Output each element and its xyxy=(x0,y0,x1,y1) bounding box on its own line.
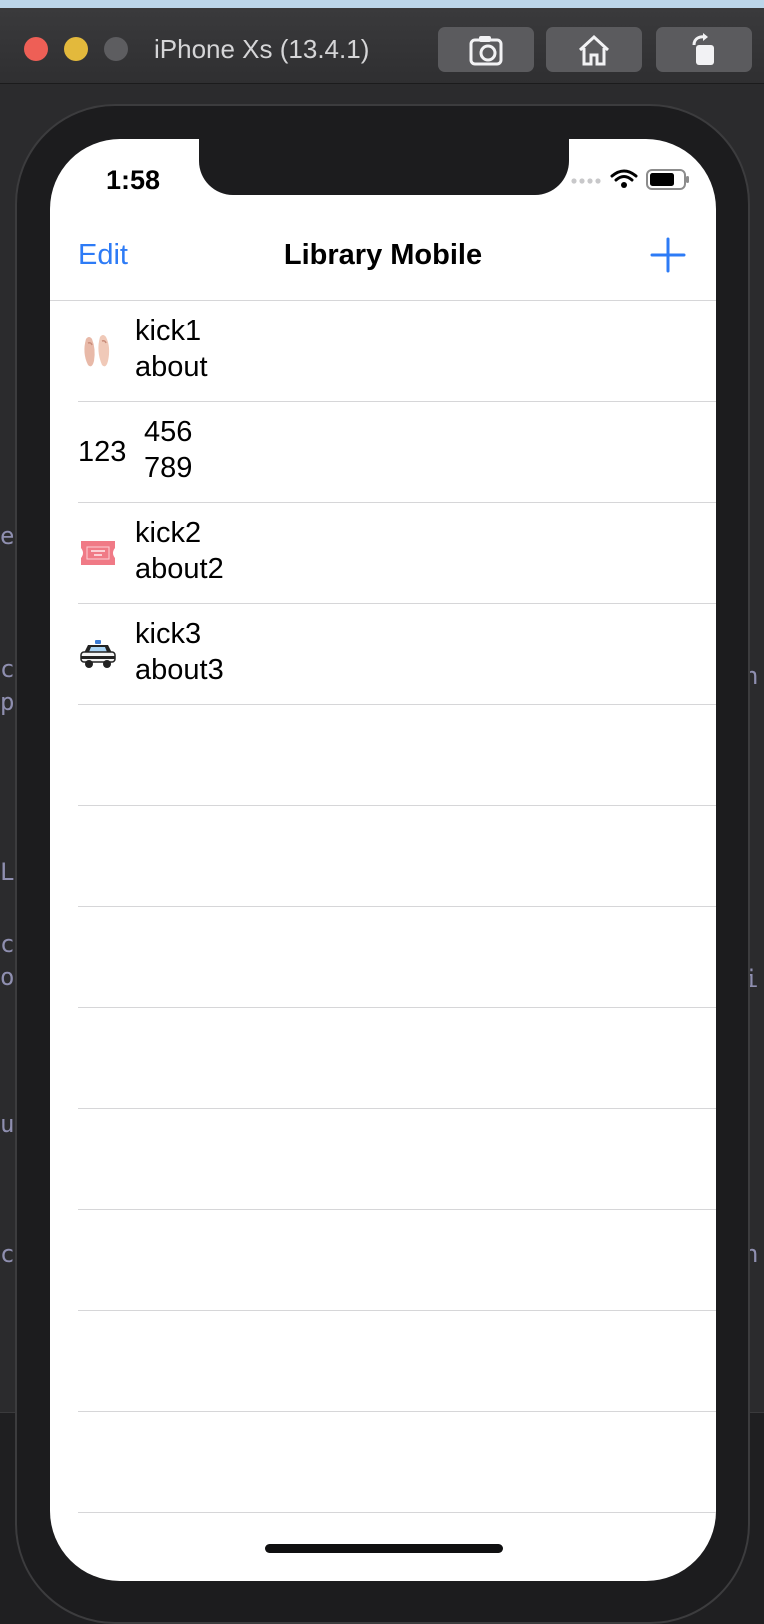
edit-button[interactable]: Edit xyxy=(78,239,128,272)
background-code-left: L xyxy=(0,858,15,886)
simulator-title-bar: iPhone Xs (13.4.1) xyxy=(0,8,764,84)
screenshot-icon xyxy=(469,35,503,65)
background-code-left: c xyxy=(0,1240,15,1268)
row-subtitle: about xyxy=(135,351,208,383)
wifi-dot-icon xyxy=(621,182,627,188)
home-icon xyxy=(578,34,610,65)
list-item[interactable]: kick1 about xyxy=(78,301,716,402)
close-window-button[interactable] xyxy=(24,37,48,61)
list-item[interactable]: kick3 about3 xyxy=(78,604,716,705)
screenshot-button[interactable] xyxy=(438,27,534,72)
empty-row xyxy=(78,1311,716,1412)
empty-row xyxy=(78,1008,716,1109)
empty-row xyxy=(78,705,716,806)
empty-row xyxy=(78,1210,716,1311)
iphone-screen: 1:58 Library Mobile Edit kick1 about 123… xyxy=(50,139,716,1581)
row-subtitle: about3 xyxy=(135,654,224,686)
plus-icon xyxy=(650,237,686,273)
home-button[interactable] xyxy=(546,27,642,72)
background-code-left: o xyxy=(0,963,15,991)
device-notch xyxy=(199,139,569,195)
navigation-bar: Library Mobile Edit xyxy=(50,219,716,301)
background-code-left: e xyxy=(0,522,15,550)
row-title: 456 xyxy=(144,416,193,448)
background-code-left: u xyxy=(0,1110,15,1138)
empty-row xyxy=(78,806,716,907)
list-item[interactable]: kick2 about2 xyxy=(78,503,716,604)
row-lead-text: 123 xyxy=(78,436,127,468)
empty-row xyxy=(78,1412,716,1513)
library-list: kick1 about 123 456 789 kick2 about2 kic… xyxy=(50,301,716,1513)
row-title: kick3 xyxy=(135,618,202,650)
row-title: kick1 xyxy=(135,315,202,347)
cellular-signal-icon xyxy=(571,178,601,184)
page-title: Library Mobile xyxy=(283,239,483,271)
rotate-button[interactable] xyxy=(656,27,752,72)
add-button[interactable] xyxy=(650,237,686,273)
row-subtitle: about2 xyxy=(135,553,224,585)
rotate-icon xyxy=(692,32,714,65)
background-code-left: p xyxy=(0,688,15,716)
row-title: kick2 xyxy=(135,517,202,549)
empty-row xyxy=(78,1109,716,1210)
admission-ticket-emoji-icon xyxy=(78,531,118,575)
row-subtitle: 789 xyxy=(144,452,193,484)
desktop-strip xyxy=(0,0,764,8)
battery-icon xyxy=(646,169,689,190)
zoom-window-button[interactable] xyxy=(104,37,128,61)
background-code-left: c xyxy=(0,930,15,958)
empty-row xyxy=(78,907,716,1008)
home-indicator[interactable] xyxy=(265,1544,503,1553)
simulator-title: iPhone Xs (13.4.1) xyxy=(154,34,370,64)
status-icons xyxy=(570,167,690,191)
status-time: 1:58 xyxy=(106,165,161,195)
wifi-icon xyxy=(610,169,638,182)
minimize-window-button[interactable] xyxy=(64,37,88,61)
police-car-emoji-icon xyxy=(78,632,118,676)
ballet-shoes-emoji-icon xyxy=(78,329,118,373)
list-item[interactable]: 123 456 789 xyxy=(78,402,716,503)
background-code-left: c xyxy=(0,655,15,683)
